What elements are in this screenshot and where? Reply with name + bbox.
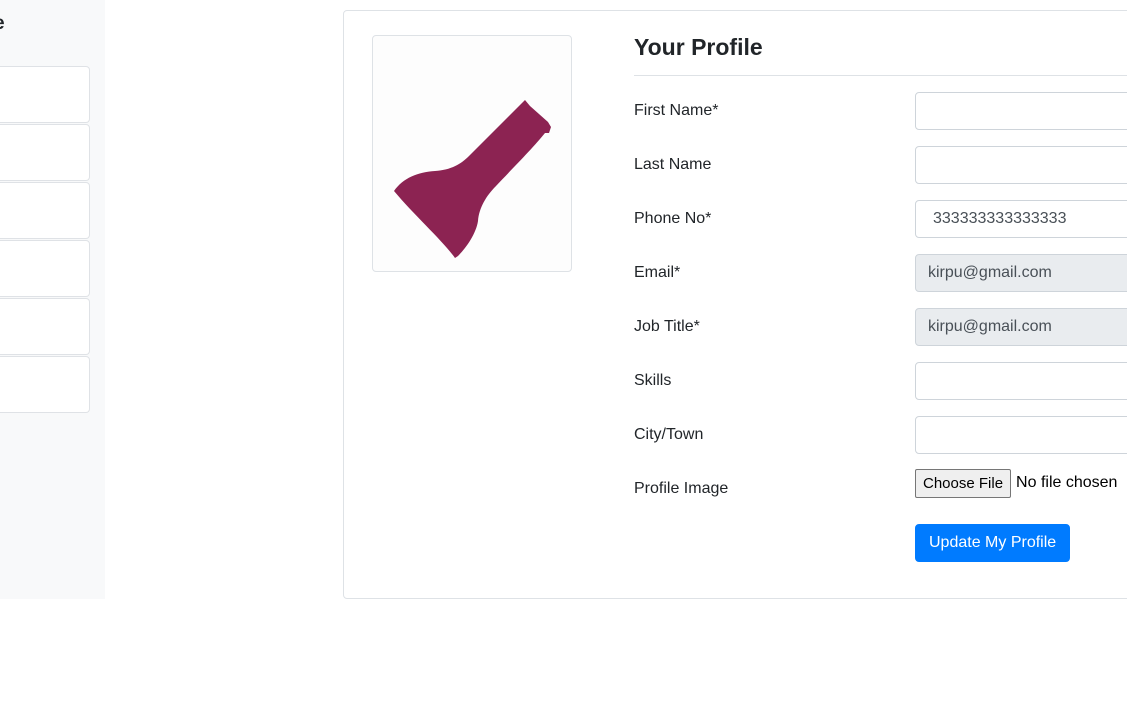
city-input[interactable]: [915, 416, 1127, 454]
first-name-input[interactable]: [915, 92, 1127, 130]
skills-row: Skills: [634, 362, 1127, 400]
update-profile-button[interactable]: Update My Profile: [915, 524, 1071, 562]
title-divider: [634, 75, 1127, 76]
job-title-input[interactable]: [915, 308, 1127, 346]
email-row: Email*: [634, 254, 1127, 292]
phone-input[interactable]: [915, 200, 1127, 238]
sidebar-item-4[interactable]: [0, 240, 90, 297]
sidebar-item-5[interactable]: [0, 298, 90, 355]
file-status-text: No file chosen: [1016, 474, 1118, 491]
city-label: City/Town: [634, 426, 704, 443]
file-input: Choose File No file chosen: [915, 468, 1117, 498]
sidebar: e: [0, 0, 105, 599]
last-name-row: Last Name: [634, 146, 1127, 184]
phone-label: Phone No*: [634, 210, 712, 227]
skills-input[interactable]: [915, 362, 1127, 400]
page-title: Your Profile: [634, 34, 763, 60]
choose-file-button[interactable]: Choose File: [915, 468, 1012, 498]
sidebar-item-6[interactable]: [0, 356, 90, 413]
email-input[interactable]: [915, 254, 1127, 292]
job-title-label: Job Title*: [634, 318, 700, 335]
phone-row: Phone No*: [634, 200, 1127, 238]
last-name-label: Last Name: [634, 156, 712, 173]
sidebar-item-1[interactable]: [0, 66, 90, 123]
skills-label: Skills: [634, 372, 672, 389]
job-title-row: Job Title*: [634, 308, 1127, 346]
avatar: [372, 35, 572, 272]
profile-image-label: Profile Image: [634, 480, 729, 497]
first-name-row: First Name*: [634, 92, 1127, 130]
city-row: City/Town: [634, 416, 1127, 454]
sidebar-list: [0, 66, 90, 414]
avatar-image-icon: [394, 100, 551, 258]
sidebar-item-2[interactable]: [0, 124, 90, 181]
sidebar-title: e: [0, 12, 5, 36]
email-label: Email*: [634, 264, 681, 281]
profile-image-row: Profile Image Choose File No file chosen: [634, 468, 1127, 508]
first-name-label: First Name*: [634, 102, 719, 119]
last-name-input[interactable]: [915, 146, 1127, 184]
sidebar-item-3[interactable]: [0, 182, 90, 239]
